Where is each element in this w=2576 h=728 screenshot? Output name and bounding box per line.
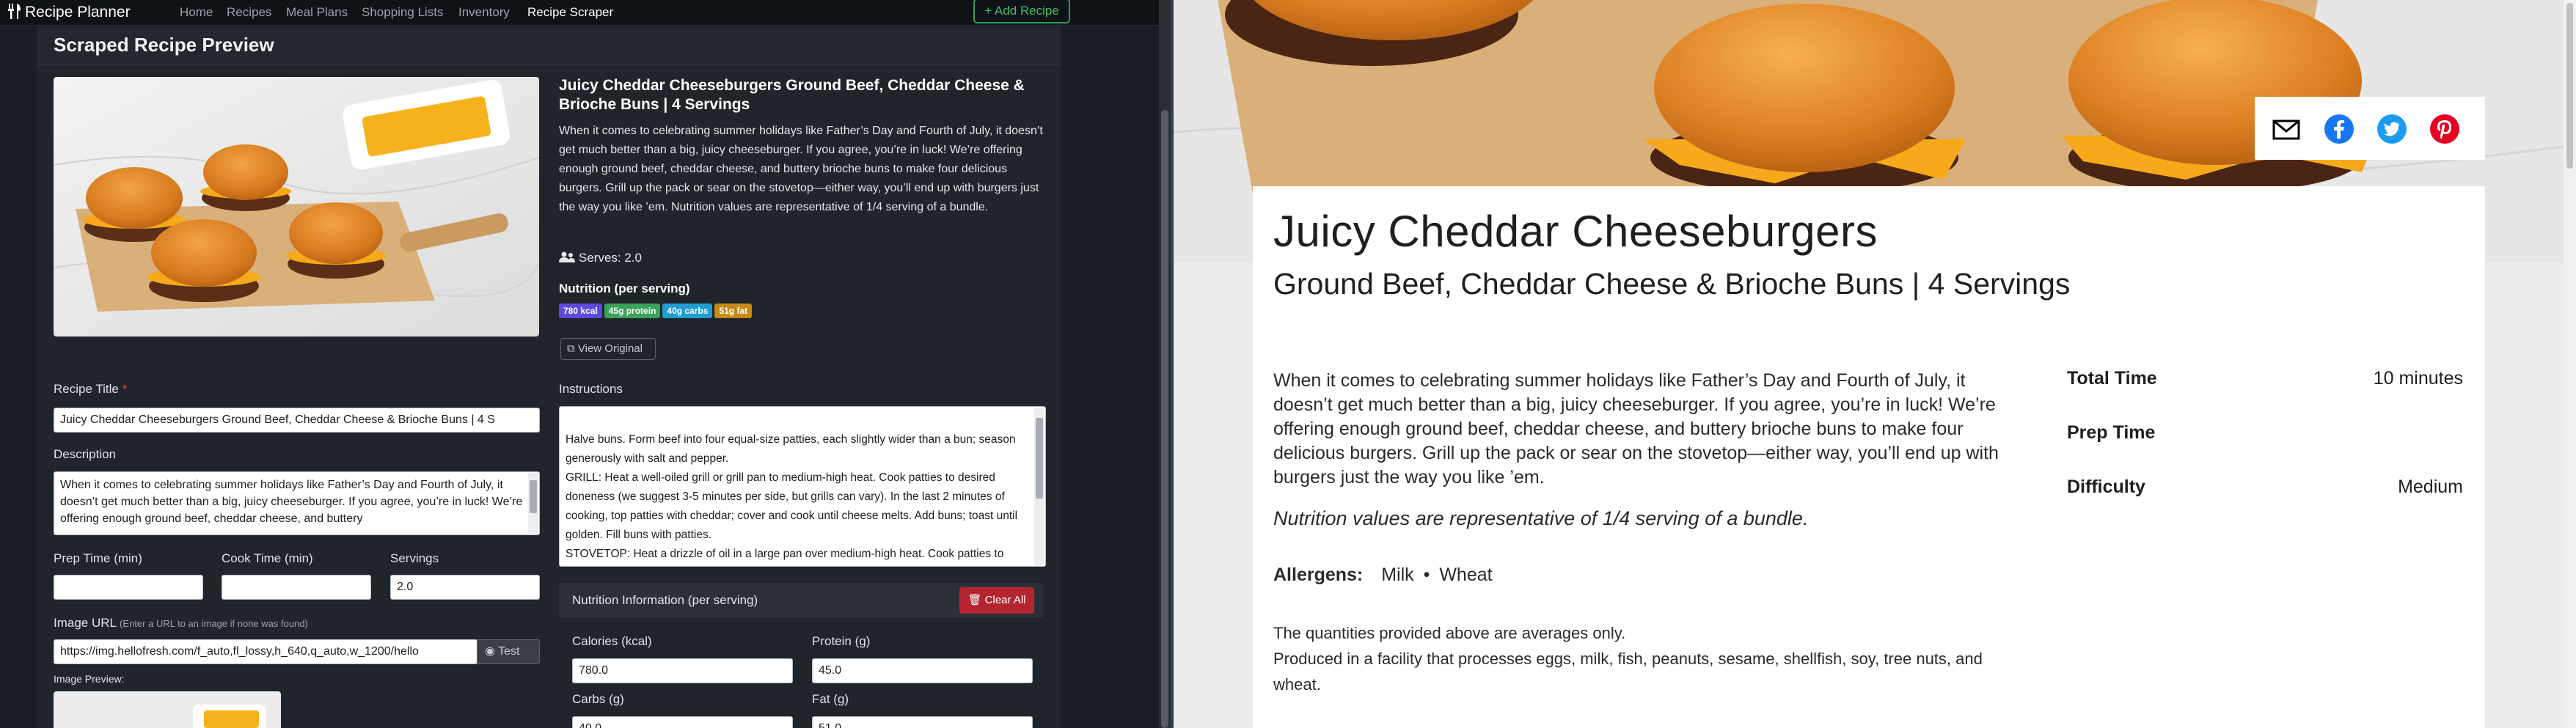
serves-info: Serves: 2.0 [559,251,642,265]
description-text: When it comes to celebrating summer holi… [60,479,523,525]
email-icon[interactable] [2271,114,2302,144]
recipe-image [54,77,539,337]
clear-all-button[interactable]: 🗑 Clear All [959,587,1034,614]
nav-recipes[interactable]: Recipes [227,5,271,20]
prep-time-label: Prep Time (min) [54,551,142,565]
bullet-separator: • [1423,565,1430,585]
clear-all-label: Clear All [984,594,1026,606]
recipe-planner-app: Recipe Planner Home Recipes Meal Plans S… [0,0,1171,728]
image-preview-thumbnail [54,691,281,728]
browser-scrollbar[interactable] [2564,0,2576,728]
image-url-input[interactable]: https://img.hellofresh.com/f_auto,fl_los… [54,639,477,664]
image-url-label: Image URL (Enter a URL to an image if no… [54,616,308,630]
averages-note: The quantities provided above are averag… [1273,624,1626,642]
recipe-description: When it comes to celebrating summer holi… [1273,370,1999,488]
facility-note: Produced in a facility that processes eg… [1273,650,1983,694]
facebook-icon[interactable] [2324,114,2354,144]
allergens-label: Allergens: [1273,565,1364,585]
fact-total-time: Total Time 10 minutes [2067,368,2463,397]
page-scrollbar[interactable] [1159,0,1171,728]
serves-text: Serves: 2.0 [579,251,642,265]
pinterest-icon[interactable] [2429,114,2460,144]
add-recipe-button[interactable]: + Add Recipe [973,0,1070,23]
protein-badge: 45g protein [604,304,661,318]
fact-difficulty: Difficulty Medium [2067,477,2463,506]
description-label: Description [54,447,117,461]
share-box [2255,97,2485,160]
plus-icon: + [984,4,995,18]
brand-name[interactable]: Recipe Planner [25,4,131,21]
fat-badge: 51g fat [714,304,753,318]
view-original-button[interactable]: ⧉ View Original [560,338,656,360]
description-textarea[interactable]: When it comes to celebrating summer holi… [54,471,540,535]
calories-badge: 780 kcal [559,304,602,318]
instructions-text: Halve buns. Form beef into four equal-si… [566,433,1018,560]
carbs-label: Carbs (g) [572,692,624,706]
nav-recipe-scraper[interactable]: Recipe Scraper [527,5,613,20]
averages-notes: The quantities provided above are averag… [1273,620,2029,697]
twitter-icon[interactable] [2376,114,2407,144]
recipe-website: Juicy Cheddar Cheeseburgers Ground Beef,… [1174,0,2576,728]
fat-input[interactable]: 51.0 [812,716,1033,728]
fact-prep-time: Prep Time [2067,422,2463,452]
total-time-label: Total Time [2067,368,2157,389]
servings-input[interactable]: 2.0 [390,575,540,600]
cook-time-input[interactable] [222,575,371,600]
image-url-hint: (Enter a URL to an image if none was fou… [120,618,308,629]
recipe-title: Juicy Cheddar Cheeseburgers [1273,207,1878,256]
calories-label: Calories (kcal) [572,634,652,648]
recipe-subtitle: Ground Beef, Cheddar Cheese & Brioche Bu… [1273,267,2071,301]
protein-input[interactable]: 45.0 [812,658,1033,683]
users-icon [559,251,575,262]
required-marker: * [122,382,128,396]
recipe-title-label: Recipe Title * [54,382,127,397]
test-image-button[interactable]: ◉ Test [477,639,540,664]
description-scrollbar[interactable] [528,473,538,534]
image-url-label-text: Image URL [54,616,117,630]
nav-home[interactable]: Home [180,5,213,20]
test-label: Test [498,645,520,658]
difficulty-label: Difficulty [2067,477,2145,497]
nav-inventory[interactable]: Inventory [458,5,510,20]
card-header: Scraped Recipe Preview [37,26,1061,65]
fat-label: Fat (g) [812,692,849,706]
protein-label: Protein (g) [812,634,871,648]
carbs-badge: 40g carbs [662,304,713,318]
scraped-recipe-description: When it comes to celebrating summer holi… [559,125,1043,213]
carbs-input[interactable]: 40.0 [572,716,793,728]
recipe-title-label-text: Recipe Title [54,382,119,396]
servings-label: Servings [390,551,439,565]
difficulty-value: Medium [2398,477,2463,497]
nutrition-note: Nutrition values are representative of 1… [1273,507,1809,529]
external-link-icon: ⧉ [567,342,578,355]
allergens: Allergens: Milk • Wheat [1273,565,1497,586]
prep-time-input[interactable] [54,575,203,600]
page-scrollbar-thumb[interactable] [1161,110,1168,728]
nav-meal-plans[interactable]: Meal Plans [286,5,348,20]
card-title: Scraped Recipe Preview [54,34,274,56]
view-original-label: View Original [577,342,643,355]
browser-scrollbar-thumb[interactable] [2566,3,2573,169]
prep-time-label: Prep Time [2067,422,2156,443]
instructions-label: Instructions [559,382,623,396]
scraped-recipe-title: Juicy Cheddar Cheeseburgers Ground Beef,… [559,77,1025,113]
eye-icon: ◉ [485,645,499,658]
nutrition-heading: Nutrition (per serving) [559,282,690,295]
allergen-item: Milk [1381,565,1414,585]
instructions-textarea[interactable]: Halve buns. Form beef into four equal-si… [559,406,1046,567]
nav-shopping-lists[interactable]: Shopping Lists [362,5,444,20]
calories-input[interactable]: 780.0 [572,658,793,683]
nutrition-badges: 780 kcal 45g protein 40g carbs 51g fat [559,304,754,320]
recipe-title-input[interactable]: Juicy Cheddar Cheeseburgers Ground Beef,… [54,408,540,433]
instructions-scrollbar[interactable] [1034,408,1044,565]
nutrition-info-title: Nutrition Information (per serving) [572,593,758,607]
add-recipe-label: Add Recipe [994,4,1059,18]
total-time-value: 10 minutes [2373,368,2463,389]
trash-icon: 🗑 [967,594,985,606]
image-preview-label: Image Preview: [54,673,125,685]
utensils-icon [8,4,21,19]
cook-time-label: Cook Time (min) [222,551,313,565]
allergen-item: Wheat [1439,565,1493,585]
top-navbar: Recipe Planner Home Recipes Meal Plans S… [0,0,1171,26]
